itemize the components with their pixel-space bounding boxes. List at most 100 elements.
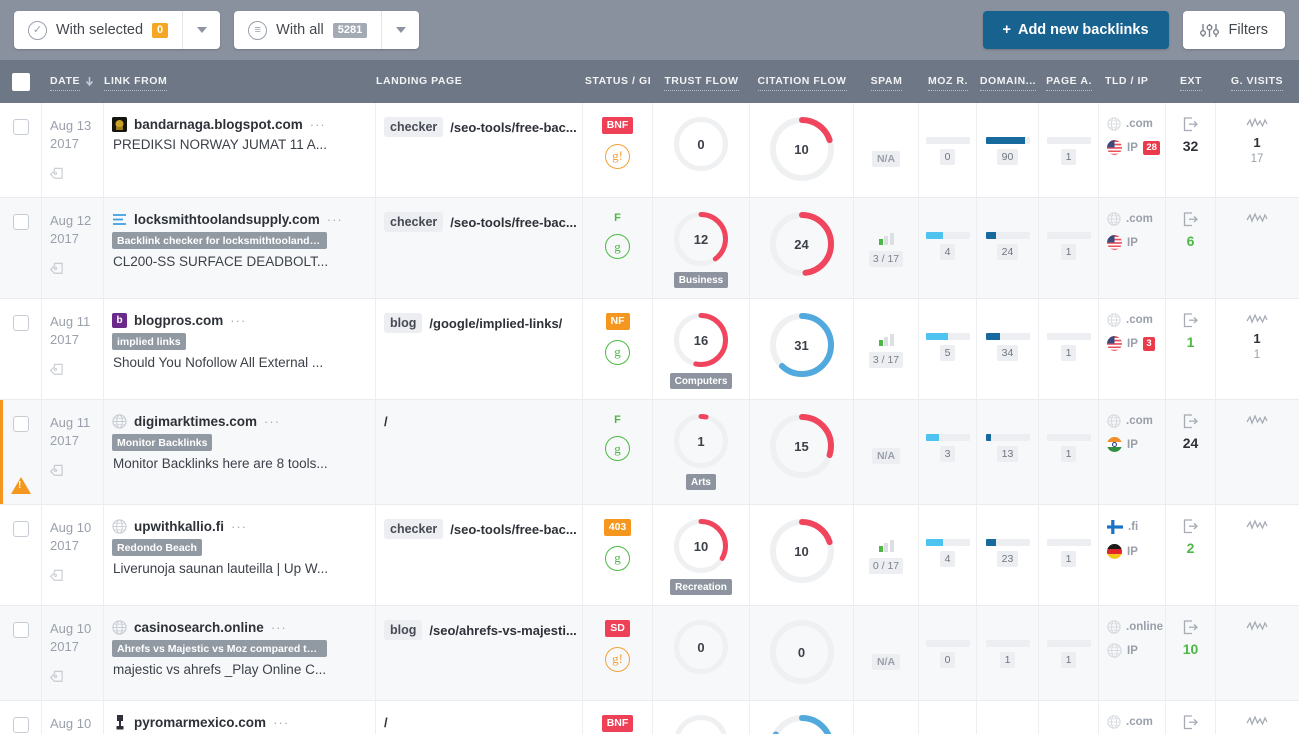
spam-bars-icon [878, 233, 894, 246]
with-selected-button[interactable]: ✓ With selected 0 [14, 11, 182, 49]
header-citation-flow[interactable]: CITATION FLOW [750, 60, 854, 103]
header-trust-flow[interactable]: TRUST FLOW [653, 60, 750, 103]
table-row[interactable]: Aug 112017 digimarktimes.com ··· Monitor Ba… [0, 400, 1299, 506]
landing-page-link[interactable]: checker/seo-tools/free-bac... [384, 117, 577, 137]
external-link-icon [1183, 519, 1198, 534]
header-ext[interactable]: EXT [1166, 60, 1216, 103]
row-actions-menu-icon[interactable]: ··· [310, 117, 326, 132]
table-row[interactable]: Aug 10 2017 casinosearch.online ··· Ahrefs v… [0, 606, 1299, 702]
table-row[interactable]: Aug 10 2017 upwithkallio.fi ··· Redondo Beac… [0, 505, 1299, 607]
domain-authority-cell: 24 [977, 198, 1039, 299]
with-selected-dropdown[interactable] [182, 11, 220, 49]
table-row[interactable]: Aug 13 2017 bandarnaga.blogspot.com ··· PRED… [0, 103, 1299, 199]
trust-flow-gauge: 10 [674, 519, 728, 574]
tag-icon[interactable] [49, 261, 66, 282]
landing-page-link[interactable]: / [384, 414, 388, 429]
tag-icon[interactable] [49, 463, 66, 484]
header-moz-rank[interactable]: MOZ R. [919, 60, 977, 103]
landing-page-link[interactable]: checker/seo-tools/free-bac... [384, 212, 577, 233]
page-authority-cell: 1 [1039, 103, 1099, 198]
status-gi-cell: Fg [583, 400, 653, 505]
ext-cell: 24 [1166, 400, 1216, 505]
tag-icon[interactable] [49, 669, 66, 690]
domain-authority-cell: 23 [977, 505, 1039, 606]
source-domain-link[interactable]: blogpros.com [134, 313, 223, 328]
row-checkbox[interactable] [12, 717, 29, 734]
row-checkbox[interactable] [12, 622, 29, 639]
domain-authority-value: 1 [999, 652, 1016, 669]
select-all-checkbox[interactable] [12, 72, 30, 91]
landing-page-cell: checker/seo-tools/free-bac... [376, 505, 583, 606]
landing-page-type-badge: checker [384, 519, 444, 540]
with-all-group[interactable]: ≡ With all 5281 [234, 11, 420, 49]
moz-rank-bar [925, 640, 970, 648]
google-visits-primary: 1 [1253, 331, 1261, 347]
warning-icon[interactable] [10, 477, 31, 495]
header-date[interactable]: DATE [42, 60, 104, 103]
row-checkbox[interactable] [12, 416, 29, 433]
row-checkbox[interactable] [12, 315, 29, 332]
tld-ip-cell: .fi IP [1099, 505, 1166, 606]
landing-page-link[interactable]: checker/seo-tools/free-bac... [384, 519, 577, 540]
link-from-header: pyromarmexico.com ··· [112, 715, 289, 730]
with-all-button[interactable]: ≡ With all 5281 [234, 11, 381, 49]
india-flag-icon [1107, 437, 1122, 453]
ext-value: 32 [1182, 138, 1199, 154]
landing-page-cell: / [376, 400, 583, 505]
add-new-backlinks-button[interactable]: + Add new backlinks [982, 11, 1169, 49]
ext-cell: 6 [1166, 198, 1216, 299]
tag-icon[interactable] [49, 166, 66, 187]
filters-button[interactable]: Filters [1182, 11, 1285, 49]
tag-icon[interactable] [49, 568, 66, 589]
header-domain-authority[interactable]: DOMAIN... [977, 60, 1039, 103]
with-all-dropdown[interactable] [381, 11, 419, 49]
tld-value: .com [1126, 415, 1153, 428]
table-body: Aug 13 2017 bandarnaga.blogspot.com ··· PRED… [0, 103, 1299, 734]
header-link-from[interactable]: LINK FROM [104, 60, 376, 103]
header-page-authority[interactable]: PAGE A. [1039, 60, 1099, 103]
globe-icon [1107, 313, 1121, 327]
row-actions-menu-icon[interactable]: ··· [273, 715, 289, 730]
date-cell: Aug 11 2017 [42, 400, 104, 505]
source-domain-link[interactable]: bandarnaga.blogspot.com [134, 117, 303, 132]
header-spam[interactable]: SPAM [854, 60, 919, 103]
row-actions-menu-icon[interactable]: ··· [271, 620, 287, 635]
header-google-visits[interactable]: G. VISITS [1216, 60, 1298, 103]
globe-icon [112, 519, 127, 534]
source-domain-link[interactable]: locksmithtoolandsupply.com [134, 212, 320, 227]
table-row[interactable]: Aug 12 2017 locksmithtoolandsupply.com ··· B… [0, 198, 1299, 300]
row-select-cell [0, 701, 42, 734]
domain-authority-metric: 34 [985, 333, 1030, 362]
us-flag-icon [1107, 235, 1122, 251]
domain-authority-cell: 1 [977, 606, 1039, 701]
source-domain-link[interactable]: casinosearch.online [134, 620, 264, 635]
row-actions-menu-icon[interactable]: ··· [231, 519, 247, 534]
table-row[interactable]: Aug 11 2017 b blogpros.com ··· implied links S… [0, 299, 1299, 401]
date-cell: Aug 11 2017 [42, 299, 104, 400]
row-checkbox[interactable] [12, 521, 29, 538]
row-checkbox[interactable] [12, 119, 29, 135]
row-actions-menu-icon[interactable]: ··· [264, 414, 280, 429]
backlinks-table: DATE LINK FROM LANDING PAGE STATUS / GI … [0, 60, 1299, 734]
table-row[interactable]: Aug 102017 pyromarmexico.com ··· / BNFg0Busi… [0, 701, 1299, 734]
landing-page-link[interactable]: blog/google/implied-links/ [384, 313, 562, 334]
row-actions-menu-icon[interactable]: ··· [230, 313, 246, 328]
source-domain-link[interactable]: pyromarmexico.com [134, 715, 266, 730]
tag-icon[interactable] [49, 362, 66, 383]
row-checkbox[interactable] [12, 214, 29, 231]
citation-flow-cell: 10 [750, 103, 854, 198]
select-all-header[interactable] [0, 60, 42, 103]
moz-rank-value: 0 [939, 149, 956, 165]
with-selected-group[interactable]: ✓ With selected 0 [14, 11, 221, 49]
source-domain-link[interactable]: upwithkallio.fi [134, 519, 224, 534]
landing-page-link[interactable]: / [384, 715, 388, 730]
source-domain-link[interactable]: digimarktimes.com [134, 414, 257, 429]
row-actions-menu-icon[interactable]: ··· [327, 212, 343, 227]
landing-page-path: /seo-tools/free-bac... [450, 521, 577, 537]
citation-flow-gauge: 0 [769, 620, 834, 685]
trust-flow-gauge: 0 [674, 715, 728, 734]
landing-page-link[interactable]: blog/seo/ahrefs-vs-majesti... [384, 620, 577, 641]
tld-ip-cell: .com IP [1099, 198, 1166, 299]
page-authority-cell: 1 [1039, 606, 1099, 701]
page-title-text: PREDIKSI NORWAY JUMAT 11 A... [113, 137, 328, 152]
